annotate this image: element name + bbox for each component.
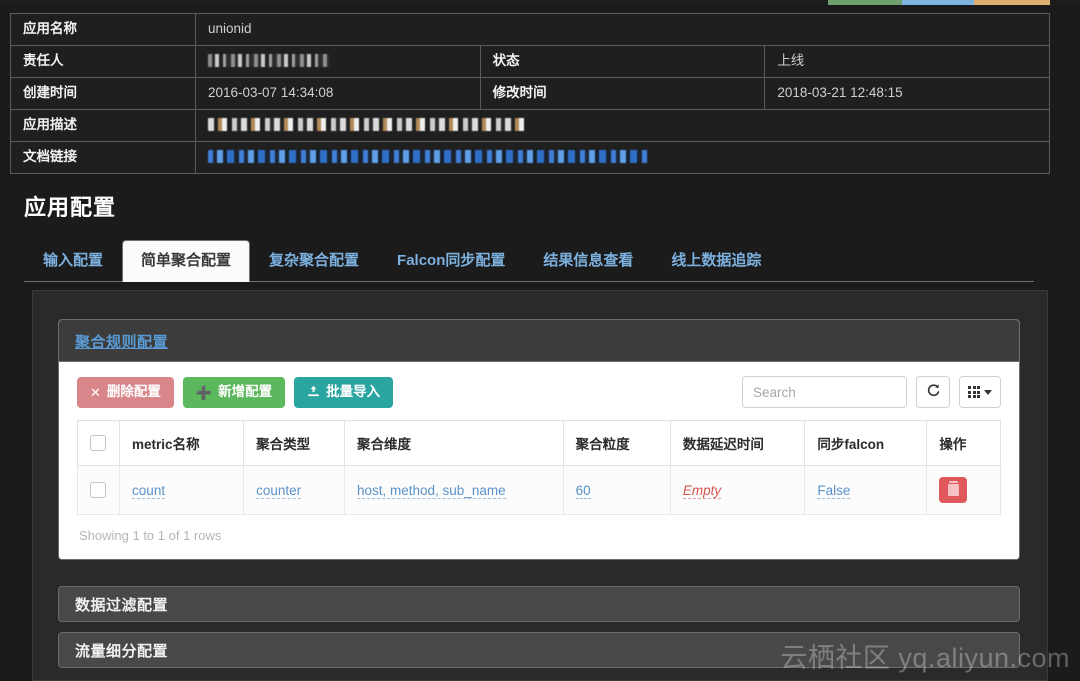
- config-tabs: 输入配置 简单聚合配置 复杂聚合配置 Falcon同步配置 结果信息查看 线上数…: [24, 232, 1034, 282]
- column-header-sync-falcon[interactable]: 同步falcon: [804, 420, 928, 466]
- aggregation-rule-card-body: ✕ 删除配置 ➕ 新增配置 批量导入 Search metric名称 聚合类型 …: [59, 362, 1019, 559]
- redacted-doc-link[interactable]: [208, 150, 648, 164]
- info-label-description: 应用描述: [10, 109, 196, 142]
- column-header-agg-type[interactable]: 聚合类型: [243, 420, 345, 466]
- delete-config-label: 删除配置: [106, 384, 161, 400]
- select-all-checkbox[interactable]: [90, 435, 106, 452]
- info-value-doc-link[interactable]: [195, 141, 1050, 174]
- chevron-down-icon: [984, 389, 992, 395]
- table-row-count: Showing 1 to 1 of 1 rows: [79, 528, 222, 543]
- cell-agg-dimension: host, method, sub_name: [344, 465, 564, 515]
- add-config-label: 新增配置: [218, 384, 273, 400]
- top-color-strip: [0, 0, 1080, 5]
- data-filter-config-card[interactable]: 数据过滤配置: [58, 586, 1020, 622]
- cell-metric-name: count: [119, 465, 245, 515]
- sync-falcon-value[interactable]: False: [817, 482, 851, 499]
- cell-data-delay: Empty: [669, 465, 806, 515]
- close-icon: ✕: [90, 384, 101, 400]
- info-label-doc-link: 文档链接: [10, 141, 196, 174]
- tab-complex-aggregation-config[interactable]: 复杂聚合配置: [250, 240, 378, 282]
- tab-content-panel: 聚合规则配置 ✕ 删除配置 ➕ 新增配置 批量导入 Search metric名…: [32, 290, 1048, 681]
- redacted-description: [208, 118, 526, 132]
- tab-simple-aggregation-config[interactable]: 简单聚合配置: [122, 240, 251, 282]
- columns-toggle-button[interactable]: [959, 376, 1001, 408]
- delete-row-button[interactable]: [939, 477, 968, 503]
- table-header-row: metric名称 聚合类型 聚合维度 聚合粒度 数据延迟时间 同步falcon …: [76, 420, 1001, 466]
- plus-icon: ➕: [195, 384, 213, 400]
- grid-icon: [968, 386, 980, 398]
- cell-sync-falcon: False: [804, 465, 928, 515]
- info-label-create-time: 创建时间: [10, 77, 196, 110]
- strip-segment-green: [828, 0, 902, 5]
- strip-segment-end: [1050, 0, 1080, 5]
- agg-type-value[interactable]: counter: [256, 482, 302, 499]
- cell-agg-granularity: 60: [562, 465, 671, 515]
- agg-dimension-value[interactable]: host, method, sub_name: [357, 482, 506, 499]
- trash-icon: [947, 481, 959, 496]
- column-header-agg-dimension[interactable]: 聚合维度: [344, 420, 564, 466]
- column-header-select-all: [76, 420, 121, 466]
- toolbar-button-group: ✕ 删除配置 ➕ 新增配置 批量导入: [77, 376, 394, 408]
- data-filter-config-title: 数据过滤配置: [75, 596, 169, 614]
- refresh-icon: [926, 383, 941, 401]
- traffic-segment-config-card[interactable]: 流量细分配置: [58, 632, 1020, 668]
- strip-segment-dark: [0, 0, 828, 5]
- column-header-data-delay[interactable]: 数据延迟时间: [669, 420, 806, 466]
- column-header-operation: 操作: [926, 420, 1001, 466]
- table-row: 应用描述: [10, 109, 1050, 142]
- table-row: 责任人 状态 上线: [10, 45, 1050, 78]
- info-value-description: [195, 109, 1050, 142]
- traffic-segment-config-title: 流量细分配置: [75, 642, 169, 660]
- row-checkbox[interactable]: [90, 482, 106, 499]
- info-label-modify-time: 修改时间: [479, 77, 766, 110]
- info-value-create-time: 2016-03-07 14:34:08: [195, 77, 481, 110]
- column-header-metric-name[interactable]: metric名称: [119, 420, 245, 466]
- cell-operation: [926, 465, 1001, 515]
- app-info-table: 应用名称 unionid 责任人 状态 上线 创建时间 2016-03-07 1…: [10, 13, 1050, 174]
- metric-name-value[interactable]: count: [132, 482, 166, 499]
- page-root: 应用名称 unionid 责任人 状态 上线 创建时间 2016-03-07 1…: [0, 0, 1080, 681]
- add-config-button[interactable]: ➕ 新增配置: [182, 376, 286, 408]
- table-toolbar: ✕ 删除配置 ➕ 新增配置 批量导入 Search: [77, 376, 1001, 408]
- strip-segment-blue: [902, 0, 974, 5]
- batch-import-label: 批量导入: [326, 384, 381, 400]
- data-delay-value[interactable]: Empty: [682, 482, 722, 499]
- agg-granularity-value[interactable]: 60: [575, 482, 591, 499]
- delete-config-button[interactable]: ✕ 删除配置: [77, 376, 174, 408]
- search-input[interactable]: [742, 376, 907, 408]
- batch-import-button[interactable]: 批量导入: [294, 376, 394, 408]
- tab-online-data-trace[interactable]: 线上数据追踪: [652, 240, 780, 282]
- tab-input-config[interactable]: 输入配置: [24, 240, 122, 282]
- table-row: 文档链接: [10, 141, 1050, 174]
- info-value-app-name: unionid: [195, 13, 1050, 46]
- tab-result-info-view[interactable]: 结果信息查看: [524, 240, 652, 282]
- refresh-button[interactable]: [916, 376, 950, 408]
- row-select-cell: [76, 465, 121, 515]
- strip-segment-orange: [974, 0, 1050, 5]
- cell-agg-type: counter: [243, 465, 345, 515]
- table-row: count counter host, method, sub_name 60: [76, 465, 1001, 515]
- page-title: 应用配置: [24, 195, 117, 220]
- tab-falcon-sync-config[interactable]: Falcon同步配置: [378, 240, 524, 282]
- info-value-status: 上线: [764, 45, 1050, 78]
- info-label-owner: 责任人: [10, 45, 196, 78]
- info-value-owner: [195, 45, 481, 78]
- app-info-table-wrapper: 应用名称 unionid 责任人 状态 上线 创建时间 2016-03-07 1…: [10, 13, 1050, 174]
- info-value-modify-time: 2018-03-21 12:48:15: [764, 77, 1050, 110]
- table-row: 应用名称 unionid: [10, 13, 1050, 46]
- info-label-app-name: 应用名称: [10, 13, 196, 46]
- aggregation-rules-table: metric名称 聚合类型 聚合维度 聚合粒度 数据延迟时间 同步falcon …: [76, 420, 1001, 515]
- aggregation-rule-card-header[interactable]: 聚合规则配置: [59, 320, 1019, 362]
- redacted-owner: [208, 54, 330, 68]
- column-header-agg-granularity[interactable]: 聚合粒度: [562, 420, 671, 466]
- aggregation-rule-card: 聚合规则配置 ✕ 删除配置 ➕ 新增配置 批量导入 Search metric名…: [58, 319, 1020, 560]
- aggregation-rule-card-title[interactable]: 聚合规则配置: [75, 334, 168, 351]
- toolbar-right-group: [742, 376, 1001, 408]
- table-row: 创建时间 2016-03-07 14:34:08 修改时间 2018-03-21…: [10, 77, 1050, 110]
- import-icon: [307, 385, 320, 400]
- info-label-status: 状态: [479, 45, 766, 78]
